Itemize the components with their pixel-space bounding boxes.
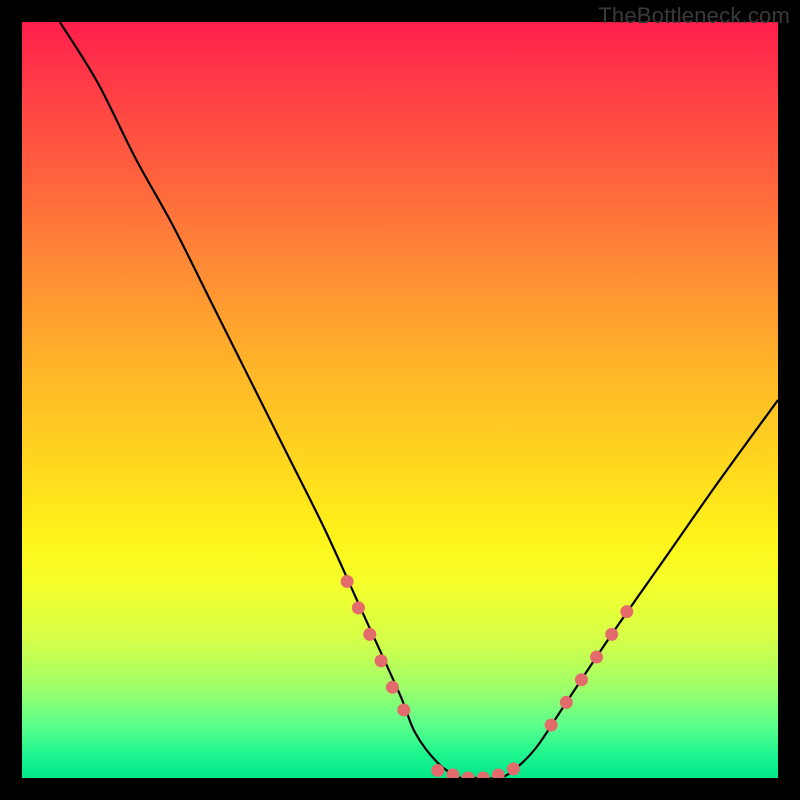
highlight-dot <box>431 764 444 777</box>
highlight-dot <box>477 772 490 779</box>
chart-svg <box>22 22 778 778</box>
watermark-text: TheBottleneck.com <box>598 3 790 29</box>
highlight-dot <box>462 772 475 779</box>
bottleneck-curve-line <box>60 22 778 778</box>
highlight-dot <box>590 651 603 664</box>
highlight-dot <box>446 768 459 778</box>
highlight-dot <box>545 719 558 732</box>
highlight-dot <box>575 673 588 686</box>
highlight-dot <box>363 628 376 641</box>
highlight-dot <box>605 628 618 641</box>
highlight-dot <box>386 681 399 694</box>
highlight-dot <box>620 605 633 618</box>
highlight-dots-group <box>341 575 634 778</box>
highlight-dot <box>341 575 354 588</box>
highlight-dot <box>352 601 365 614</box>
highlight-dot <box>507 762 520 775</box>
chart-frame: TheBottleneck.com <box>0 0 800 800</box>
chart-plot-area <box>22 22 778 778</box>
highlight-dot <box>397 703 410 716</box>
highlight-dot <box>375 654 388 667</box>
highlight-dot <box>492 768 505 778</box>
highlight-dot <box>560 696 573 709</box>
